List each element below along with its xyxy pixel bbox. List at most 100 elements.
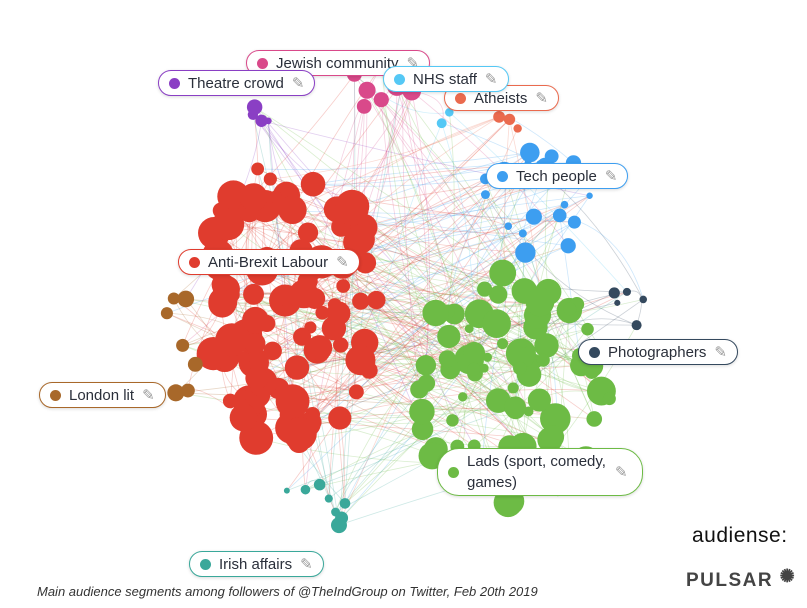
node-atheists[interactable]: [493, 110, 506, 123]
node-tech[interactable]: [552, 208, 567, 223]
segment-label-nhs[interactable]: NHS staff ✎: [383, 66, 509, 92]
node-photographers[interactable]: [631, 320, 642, 331]
pencil-icon[interactable]: ✎: [292, 74, 305, 92]
node-lads[interactable]: [482, 352, 493, 362]
node-lads[interactable]: [446, 414, 459, 427]
node-lads[interactable]: [482, 309, 511, 338]
node-labour[interactable]: [345, 345, 376, 376]
node-tech[interactable]: [518, 229, 527, 238]
node-lads[interactable]: [438, 350, 456, 368]
node-labour[interactable]: [229, 403, 258, 432]
node-labour[interactable]: [326, 301, 351, 326]
segment-label-labour[interactable]: Anti-Brexit Labour ✎: [178, 249, 360, 275]
node-labour[interactable]: [333, 337, 349, 353]
node-lads[interactable]: [437, 324, 461, 349]
node-lads[interactable]: [463, 341, 486, 364]
node-labour[interactable]: [278, 195, 307, 225]
node-labour[interactable]: [284, 355, 310, 380]
node-labour[interactable]: [328, 406, 352, 430]
pencil-icon[interactable]: ✎: [336, 253, 349, 271]
node-london[interactable]: [167, 384, 185, 402]
segment-label-theatre[interactable]: Theatre crowd ✎: [158, 70, 316, 96]
segment-label-photographers[interactable]: Photographers ✎: [578, 339, 738, 365]
node-tech[interactable]: [560, 200, 569, 209]
node-lads[interactable]: [563, 302, 577, 316]
node-lads[interactable]: [504, 396, 527, 419]
node-photographers[interactable]: [614, 299, 621, 306]
node-lads[interactable]: [584, 364, 600, 379]
node-lads[interactable]: [409, 398, 435, 425]
node-lads[interactable]: [507, 382, 519, 394]
node-lads[interactable]: [581, 322, 594, 336]
node-tech[interactable]: [480, 190, 490, 200]
segment-label-lads[interactable]: Lads (sport, comedy, games) ✎: [437, 448, 643, 496]
node-labour[interactable]: [307, 335, 333, 361]
node-london[interactable]: [167, 292, 180, 305]
node-labour[interactable]: [300, 171, 326, 197]
node-labour[interactable]: [245, 366, 269, 390]
node-tech[interactable]: [586, 192, 593, 200]
node-labour[interactable]: [335, 191, 369, 226]
node-irish[interactable]: [300, 484, 311, 495]
node-labour[interactable]: [281, 302, 294, 315]
node-london[interactable]: [176, 338, 190, 352]
node-lads[interactable]: [586, 411, 603, 427]
node-nhs[interactable]: [436, 118, 447, 129]
segment-label-tech[interactable]: Tech people ✎: [486, 163, 629, 189]
node-labour[interactable]: [263, 341, 282, 361]
node-labour[interactable]: [243, 283, 265, 305]
node-lads[interactable]: [497, 338, 509, 350]
node-lads[interactable]: [540, 425, 565, 449]
pencil-icon[interactable]: ✎: [142, 386, 155, 404]
node-labour[interactable]: [215, 323, 249, 357]
node-labour[interactable]: [352, 292, 370, 310]
node-irish[interactable]: [330, 517, 347, 534]
node-lads[interactable]: [602, 392, 616, 406]
node-jewish[interactable]: [373, 92, 389, 108]
segment-label-irish[interactable]: Irish affairs ✎: [189, 551, 324, 577]
node-lads[interactable]: [458, 392, 468, 402]
node-jewish[interactable]: [358, 81, 376, 99]
node-labour[interactable]: [275, 384, 310, 419]
node-lads[interactable]: [467, 362, 481, 376]
node-labour[interactable]: [304, 287, 326, 309]
node-tech[interactable]: [504, 222, 513, 230]
node-atheists[interactable]: [513, 124, 522, 133]
node-lads[interactable]: [415, 355, 437, 376]
pencil-icon[interactable]: ✎: [605, 167, 618, 185]
node-tech[interactable]: [560, 238, 576, 254]
pencil-icon[interactable]: ✎: [485, 70, 498, 88]
node-photographers[interactable]: [608, 287, 620, 299]
node-labour[interactable]: [263, 172, 277, 186]
node-irish[interactable]: [331, 507, 340, 517]
node-lads[interactable]: [417, 374, 436, 392]
node-irish[interactable]: [324, 494, 333, 503]
node-lads[interactable]: [477, 281, 493, 297]
segment-label-london[interactable]: London lit ✎: [39, 382, 166, 408]
node-labour[interactable]: [336, 279, 351, 293]
node-irish[interactable]: [283, 487, 290, 494]
pencil-icon[interactable]: ✎: [300, 555, 313, 573]
node-labour[interactable]: [251, 162, 265, 176]
node-atheists[interactable]: [503, 113, 516, 126]
node-labour[interactable]: [239, 183, 268, 212]
node-lads[interactable]: [525, 287, 555, 317]
node-london[interactable]: [177, 290, 195, 308]
node-labour[interactable]: [283, 417, 317, 451]
node-tech[interactable]: [520, 142, 540, 163]
node-tech[interactable]: [567, 215, 581, 229]
pencil-icon[interactable]: ✎: [615, 462, 628, 483]
node-lads[interactable]: [489, 259, 517, 287]
node-jewish[interactable]: [356, 99, 372, 114]
node-tech[interactable]: [525, 208, 542, 225]
node-irish[interactable]: [313, 478, 326, 491]
node-lads[interactable]: [513, 361, 527, 376]
node-lads[interactable]: [536, 353, 550, 367]
node-lads[interactable]: [422, 299, 449, 327]
node-tech[interactable]: [515, 242, 536, 263]
node-labour[interactable]: [212, 202, 229, 219]
pencil-icon[interactable]: ✎: [535, 89, 548, 107]
node-lads[interactable]: [518, 338, 529, 348]
node-labour[interactable]: [293, 327, 312, 346]
node-labour[interactable]: [222, 393, 238, 409]
